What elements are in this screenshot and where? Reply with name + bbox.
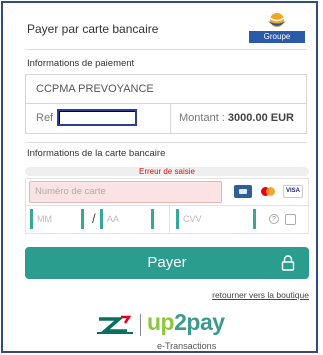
payment-info-box: CCPMA PREVOYANCE Ref Montant : 3000.00 E… <box>25 74 307 134</box>
visa-icon: VISA <box>283 185 303 198</box>
card-form: Numéro de carte VISA MM / AA CVV ? <box>25 178 309 234</box>
pay-button[interactable]: Payer <box>25 247 309 279</box>
card-number-input[interactable]: Numéro de carte <box>29 181 222 203</box>
card-info-label: Informations de la carte bancaire <box>27 148 166 159</box>
divider <box>25 49 307 50</box>
brand-label: Groupe AGRICA <box>249 31 305 53</box>
ref-label: Ref <box>36 112 54 124</box>
cvv-checkbox[interactable] <box>285 214 296 225</box>
expiry-slash: / <box>92 211 96 226</box>
lock-icon <box>281 255 295 271</box>
divider <box>26 205 308 206</box>
merchant-name: CCPMA PREVOYANCE <box>26 75 306 104</box>
up2pay-wordmark: up2pay <box>147 309 225 336</box>
expiry-month-input[interactable]: MM <box>30 209 84 229</box>
e-transactions-label: e-Transactions <box>157 341 217 351</box>
amount-value: 3000.00 EUR <box>227 112 294 124</box>
return-to-shop-link[interactable]: retourner vers la boutique <box>163 290 309 300</box>
divider <box>25 142 307 143</box>
credit-agricole-icon <box>97 315 133 334</box>
error-message: Erreur de saisie <box>25 167 309 176</box>
payment-frame: Payer par carte bancaire Groupe AGRICA I… <box>1 1 318 353</box>
cvv-help-icon[interactable]: ? <box>269 214 279 224</box>
amount-cell: Montant : 3000.00 EUR <box>171 104 306 133</box>
cb-icon <box>234 185 252 198</box>
payment-info-label: Informations de paiement <box>27 58 135 69</box>
mastercard-orange-circle <box>266 187 275 196</box>
ref-cell: Ref <box>26 104 171 133</box>
logo-divider <box>140 314 141 336</box>
ref-field[interactable] <box>57 109 137 126</box>
cvv-input[interactable]: CVV <box>176 209 256 229</box>
divider <box>169 205 170 234</box>
up2pay-logo: up2pay e-Transactions <box>95 309 255 354</box>
agrica-mark-icon <box>268 13 286 27</box>
agrica-logo: Groupe AGRICA <box>249 11 305 53</box>
page-title: Payer par carte bancaire <box>27 22 159 36</box>
pay-button-label: Payer <box>147 254 187 271</box>
brand-up: up <box>147 309 175 335</box>
brand-rest: 2pay <box>174 309 225 335</box>
expiry-year-input[interactable]: AA <box>100 209 154 229</box>
amount-label: Montant : <box>179 112 228 124</box>
